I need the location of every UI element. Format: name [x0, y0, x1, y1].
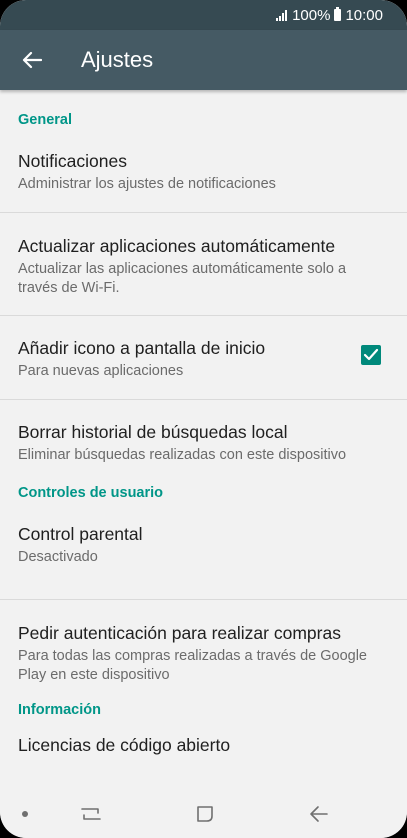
- settings-list: General Notificaciones Administrar los a…: [0, 90, 407, 790]
- setting-subtitle: Eliminar búsquedas realizadas con este d…: [18, 447, 347, 463]
- section-header-user-controls: Controles de usuario: [18, 485, 164, 501]
- arrow-back-icon: [22, 51, 42, 69]
- back-nav-button[interactable]: [304, 800, 334, 828]
- clock: 10:00: [345, 6, 383, 24]
- battery-icon: [334, 7, 342, 21]
- setting-title: Licencias de código abierto: [18, 735, 231, 755]
- setting-title: Añadir icono a pantalla de inicio: [18, 338, 266, 358]
- setting-subtitle: Actualizar las aplicaciones automáticame…: [18, 261, 347, 296]
- setting-subtitle: Para todas las compras realizadas a trav…: [18, 648, 367, 683]
- back-nav-icon: [310, 806, 328, 822]
- home-icon: [197, 806, 213, 822]
- setting-clear-history[interactable]: Borrar historial de búsquedas local Elim…: [0, 400, 407, 483]
- page-title: Ajustes: [81, 47, 154, 72]
- setting-title: Borrar historial de búsquedas local: [18, 422, 288, 442]
- setting-purchase-auth[interactable]: Pedir autenticación para realizar compra…: [0, 600, 407, 700]
- section-header-general: General: [18, 112, 72, 128]
- setting-title: Control parental: [18, 524, 143, 544]
- signal-icon: [276, 9, 288, 21]
- recent-apps-icon: [81, 808, 101, 820]
- status-bar: 100% 10:00: [0, 0, 407, 30]
- setting-notifications[interactable]: Notificaciones Administrar los ajustes d…: [0, 150, 407, 212]
- setting-subtitle: Para nuevas aplicaciones: [18, 363, 184, 379]
- app-bar: Ajustes: [0, 30, 407, 90]
- setting-licenses[interactable]: Licencias de código abierto: [0, 734, 407, 774]
- section-header-info: Información: [18, 702, 101, 718]
- dot-icon: [22, 811, 28, 817]
- recent-apps-button[interactable]: [76, 800, 106, 828]
- setting-parental-control[interactable]: Control parental Desactivado: [0, 523, 407, 599]
- setting-title: Notificaciones: [18, 151, 127, 171]
- setting-title: Actualizar aplicaciones automáticamente: [18, 236, 336, 256]
- setting-auto-update[interactable]: Actualizar aplicaciones automáticamente …: [0, 213, 407, 315]
- phone-screen: 100% 10:00 Ajustes General Notificacione…: [0, 0, 407, 838]
- setting-subtitle: Desactivado: [18, 549, 98, 565]
- setting-title: Pedir autenticación para realizar compra…: [18, 623, 341, 643]
- navigation-bar: [0, 790, 407, 838]
- back-button[interactable]: [0, 30, 64, 90]
- setting-add-icon[interactable]: Añadir icono a pantalla de inicio Para n…: [0, 316, 407, 399]
- home-button[interactable]: [190, 800, 220, 828]
- add-icon-checkbox[interactable]: [361, 344, 381, 365]
- setting-subtitle: Administrar los ajustes de notificacione…: [18, 176, 276, 192]
- check-icon: [363, 348, 379, 360]
- battery-percent: 100%: [292, 6, 331, 24]
